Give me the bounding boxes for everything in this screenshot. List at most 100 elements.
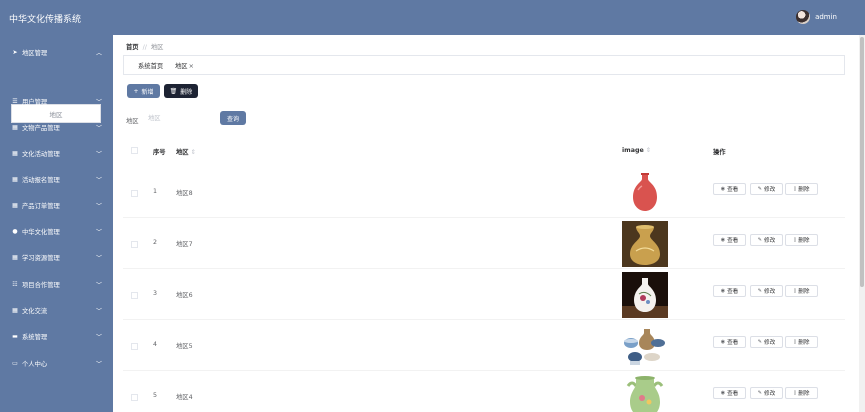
row-image[interactable] bbox=[622, 374, 668, 412]
edit-button-label: 修改 bbox=[764, 187, 776, 193]
row-delete-button[interactable]: ▯ 删除 bbox=[785, 234, 818, 246]
edit-icon: ✎ bbox=[757, 186, 762, 192]
send-icon: ➤ bbox=[12, 48, 18, 56]
header-index: 序号 bbox=[153, 149, 166, 156]
table-row: 1 地区8 ◉ 查看 ✎ 修改 ▯ 删除 bbox=[123, 167, 845, 218]
row-checkbox[interactable] bbox=[131, 190, 138, 197]
view-button[interactable]: ◉ 查看 bbox=[713, 285, 746, 297]
row-checkbox[interactable] bbox=[131, 343, 138, 350]
view-button[interactable]: ◉ 查看 bbox=[713, 336, 746, 348]
table-row: 3 地区6 ◉ 查看 ✎ 修改 ▯ 删除 bbox=[123, 269, 845, 320]
row-region: 地区5 bbox=[176, 343, 193, 350]
row-index: 4 bbox=[153, 341, 158, 348]
sidebar-item-6[interactable]: ▦ 产品订单管理 ﹀ bbox=[0, 195, 113, 215]
page-scrollbar[interactable] bbox=[859, 35, 865, 412]
row-image[interactable] bbox=[622, 221, 668, 267]
row-region: 地区4 bbox=[176, 394, 193, 401]
row-delete-button[interactable]: ▯ 删除 bbox=[785, 285, 818, 297]
sidebar-item-label: 地区管理 bbox=[22, 49, 48, 57]
row-region: 地区6 bbox=[176, 292, 193, 299]
row-image[interactable] bbox=[622, 272, 668, 318]
view-button[interactable]: ◉ 查看 bbox=[713, 183, 746, 195]
row-index: 5 bbox=[153, 392, 158, 399]
app-title: 中华文化传播系统 bbox=[9, 15, 82, 25]
sidebar-item-4[interactable]: ▦ 文化活动管理 ﹀ bbox=[0, 143, 113, 163]
tab-home[interactable]: 系统首页 bbox=[138, 61, 163, 70]
sidebar-item-10[interactable]: ▦ 文化交流 ﹀ bbox=[0, 300, 113, 320]
sidebar-item-label: 学习资源管理 bbox=[22, 254, 60, 262]
sidebar-item-7[interactable]: ● 中华文化管理 ﹀ bbox=[0, 221, 113, 241]
row-checkbox[interactable] bbox=[131, 394, 138, 401]
sidebar-item-5[interactable]: ▦ 活动报名管理 ﹀ bbox=[0, 169, 113, 189]
row-delete-button[interactable]: ▯ 删除 bbox=[785, 387, 818, 399]
main-content: 首页//地区 系统首页 地区× +新增 🗑删除 地区 查询 序号 地区⇕ ima… bbox=[113, 35, 859, 412]
select-all-checkbox[interactable] bbox=[131, 147, 138, 154]
row-delete-button[interactable]: ▯ 删除 bbox=[785, 336, 818, 348]
grid-icon: ▦ bbox=[12, 306, 18, 314]
table-row: 4 地区5 ◉ 查看 ✎ 修改 ▯ 删除 bbox=[123, 320, 845, 371]
row-image[interactable] bbox=[622, 323, 668, 369]
sidebar-item-12[interactable]: ▭ 个人中心 ﹀ bbox=[0, 353, 113, 373]
sidebar-item-9[interactable]: ☷ 项目合作管理 ﹀ bbox=[0, 274, 113, 294]
sidebar-item-2[interactable]: ☰ 用户管理 ﹀ bbox=[0, 91, 113, 111]
sort-icon[interactable]: ⇕ bbox=[646, 147, 651, 154]
add-button[interactable]: + 新增 bbox=[127, 84, 160, 98]
chevron-down-icon: ﹀ bbox=[95, 99, 102, 106]
sidebar-item-label: 活动报名管理 bbox=[22, 176, 60, 184]
trash-icon: ▯ bbox=[793, 186, 797, 192]
sidebar-item-label: 产品订单管理 bbox=[22, 202, 60, 210]
header-image[interactable]: image ⇕ bbox=[622, 147, 651, 154]
delete-button[interactable]: 🗑 删除 bbox=[164, 84, 198, 98]
edit-icon: ✎ bbox=[757, 288, 762, 294]
sidebar-item-3[interactable]: ▦ 文物产品管理 ﹀ bbox=[0, 117, 113, 137]
chevron-down-icon: ﹀ bbox=[95, 151, 102, 158]
sidebar-item-1[interactable]: ➤ 地区管理 ︿ bbox=[0, 42, 113, 62]
row-delete-button[interactable]: ▯ 删除 bbox=[785, 183, 818, 195]
row-region: 地区7 bbox=[176, 241, 193, 248]
row-index: 2 bbox=[153, 239, 158, 246]
breadcrumb-separator: // bbox=[142, 44, 147, 51]
chevron-down-icon: ﹀ bbox=[95, 361, 102, 368]
chevron-down-icon: ﹀ bbox=[95, 334, 102, 341]
edit-button[interactable]: ✎ 修改 bbox=[750, 387, 783, 399]
edit-icon: ✎ bbox=[757, 390, 762, 396]
sort-icon[interactable]: ⇕ bbox=[191, 149, 196, 156]
chat-icon: ▬ bbox=[12, 332, 18, 340]
row-checkbox[interactable] bbox=[131, 292, 138, 299]
edit-button[interactable]: ✎ 修改 bbox=[750, 234, 783, 246]
sidebar-item-8[interactable]: ▦ 学习资源管理 ﹀ bbox=[0, 247, 113, 267]
header-actions: 操作 bbox=[713, 149, 726, 156]
search-button[interactable]: 查询 bbox=[220, 111, 246, 125]
edit-icon: ✎ bbox=[757, 237, 762, 243]
grid-icon: ▦ bbox=[12, 201, 18, 209]
table-row: 2 地区7 ◉ 查看 ✎ 修改 ▯ 删除 bbox=[123, 218, 845, 269]
row-checkbox[interactable] bbox=[131, 241, 138, 248]
edit-button[interactable]: ✎ 修改 bbox=[750, 336, 783, 348]
header-region[interactable]: 地区 ⇕ bbox=[176, 147, 196, 156]
search-label: 地区 bbox=[126, 118, 139, 125]
trash-icon: ▯ bbox=[793, 288, 797, 294]
list-icon: ☰ bbox=[12, 97, 18, 105]
sidebar-item-11[interactable]: ▬ 系统管理 ﹀ bbox=[0, 326, 113, 346]
close-icon[interactable]: × bbox=[189, 63, 194, 70]
row-image[interactable] bbox=[622, 170, 668, 216]
edit-button-label: 修改 bbox=[764, 289, 776, 295]
chevron-down-icon: ﹀ bbox=[95, 177, 102, 184]
view-button[interactable]: ◉ 查看 bbox=[713, 234, 746, 246]
edit-button[interactable]: ✎ 修改 bbox=[750, 183, 783, 195]
search-input[interactable] bbox=[144, 111, 214, 126]
user-name[interactable]: admin bbox=[815, 13, 837, 21]
scrollbar-thumb[interactable] bbox=[860, 37, 864, 287]
tab-region[interactable]: 地区× bbox=[175, 61, 194, 70]
edit-button[interactable]: ✎ 修改 bbox=[750, 285, 783, 297]
chevron-down-icon: ﹀ bbox=[95, 203, 102, 210]
breadcrumb-home[interactable]: 首页 bbox=[126, 44, 139, 51]
avatar[interactable] bbox=[796, 10, 811, 24]
row-delete-button-label: 删除 bbox=[798, 238, 810, 244]
sidebar-item-label: 个人中心 bbox=[22, 360, 48, 368]
view-button-label: 查看 bbox=[727, 238, 739, 244]
eye-icon: ◉ bbox=[720, 237, 726, 243]
view-button-label: 查看 bbox=[727, 340, 739, 346]
user-menu[interactable]: admin bbox=[796, 10, 837, 24]
view-button[interactable]: ◉ 查看 bbox=[713, 387, 746, 399]
